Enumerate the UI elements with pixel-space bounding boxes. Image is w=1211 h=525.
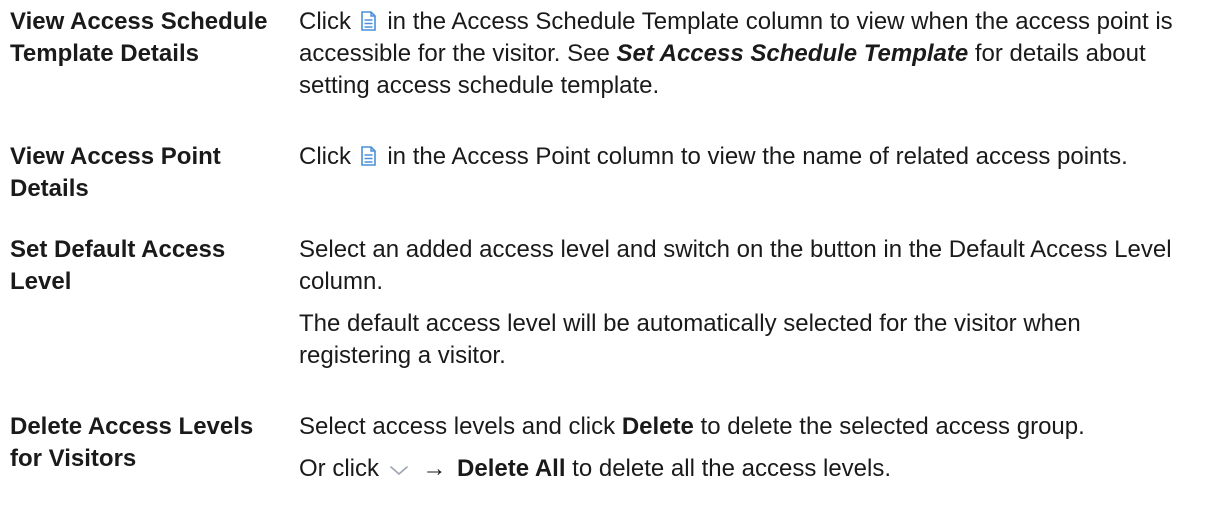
document-icon[interactable]: [360, 146, 377, 166]
delete-button-label: Delete: [621, 413, 694, 440]
paragraph: Or click → Delete All to delete all the …: [299, 453, 1199, 485]
document-icon[interactable]: [360, 11, 377, 31]
chevron-down-icon[interactable]: [388, 463, 410, 477]
text-body: to delete all the access levels.: [572, 455, 892, 482]
description-view-access-point-details: Click in the Access Point column to view…: [299, 141, 1199, 173]
term-view-access-point-details: View Access Point Details: [10, 143, 221, 202]
description-view-access-schedule-template-details: Click in the Access Schedule Template co…: [299, 6, 1199, 102]
term-delete-access-levels-for-visitors: Delete Access Levels for Visitors: [10, 413, 254, 472]
paragraph: The default access level will be automat…: [299, 310, 1081, 369]
description-set-default-access-level: Select an added access level and switch …: [299, 234, 1199, 372]
text-body: in the Access Point column to view the n…: [387, 143, 1128, 170]
paragraph: Click in the Access Point column to view…: [299, 141, 1199, 173]
definition-table: View Access Schedule Template Details Cl…: [0, 0, 1211, 525]
term-view-access-schedule-template-details: View Access Schedule Template Details: [10, 8, 268, 67]
text-select: Select access levels and click: [299, 413, 616, 440]
cross-reference-link[interactable]: Set Access Schedule Template: [617, 40, 969, 67]
term-set-default-access-level: Set Default Access Level: [10, 236, 226, 295]
arrow-right-icon: →: [422, 455, 447, 482]
delete-all-button-label: Delete All: [457, 455, 566, 482]
text-body: to delete the selected access group.: [700, 413, 1085, 440]
paragraph: Click in the Access Schedule Template co…: [299, 6, 1199, 102]
paragraph: Select access levels and click Delete to…: [299, 411, 1199, 443]
text-click: Click: [299, 8, 351, 35]
text-or-click: Or click: [299, 455, 379, 482]
description-delete-access-levels-for-visitors: Select access levels and click Delete to…: [299, 411, 1199, 485]
paragraph: Select an added access level and switch …: [299, 236, 1172, 295]
text-click: Click: [299, 143, 351, 170]
